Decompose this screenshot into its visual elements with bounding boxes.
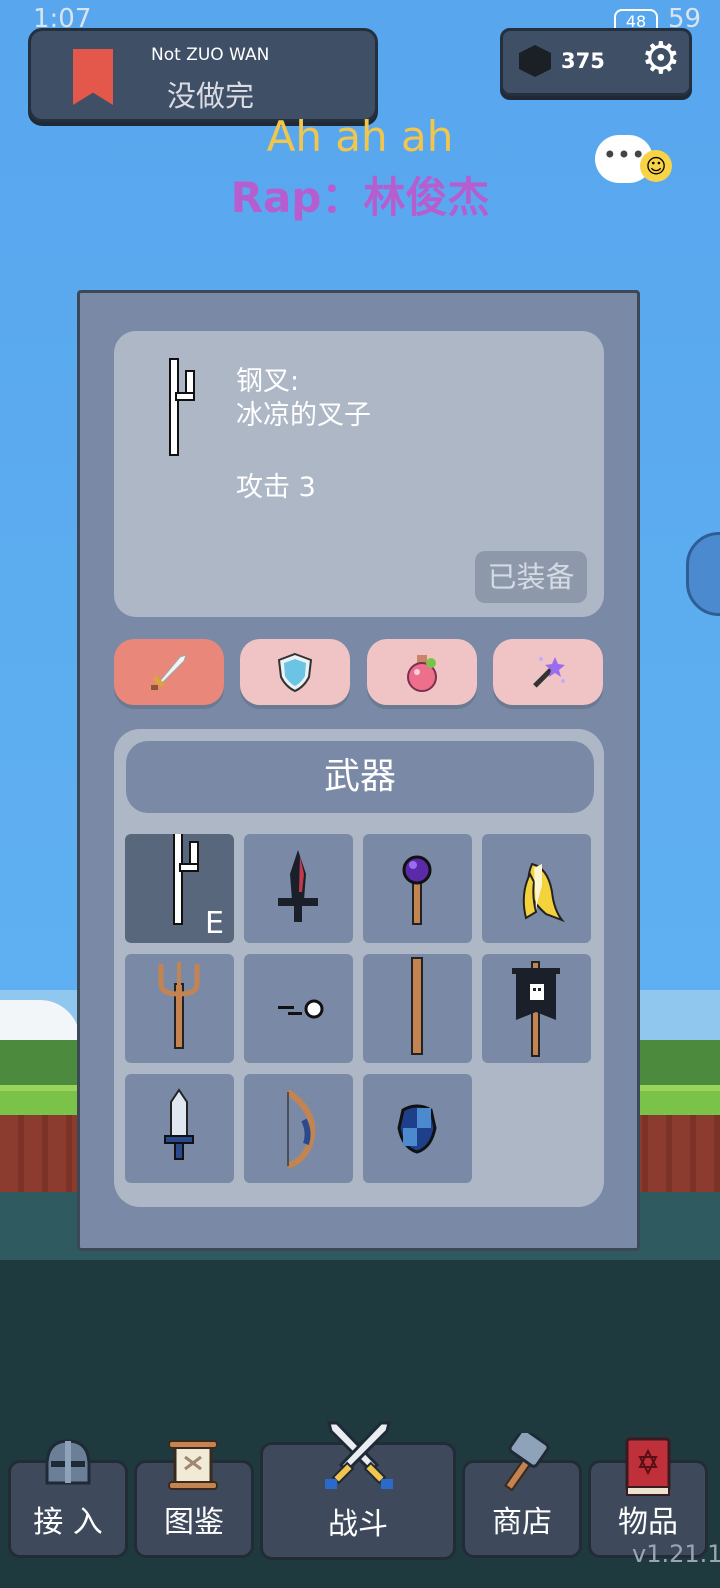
banana-icon [522, 862, 566, 923]
equipment-panel: 钢叉: 冰凉的叉子 攻击 3 已装备 武器 E [77, 290, 640, 1251]
gem-icon [519, 45, 551, 77]
magic-wand-icon [533, 657, 565, 688]
inventory-slot-purple-staff[interactable] [363, 834, 472, 943]
purple-staff-icon [402, 855, 432, 925]
inventory-slot-dark-dagger[interactable] [244, 834, 353, 943]
pellet-icon [278, 999, 324, 1019]
inventory-slot-banner-flag[interactable] [482, 954, 591, 1063]
inventory-slot-trident[interactable] [125, 954, 234, 1063]
quest-title: Not ZUO WAN [151, 45, 270, 65]
nav-label-shop: 商店 [492, 1505, 552, 1540]
inventory-section: 武器 E [114, 729, 604, 1207]
nav-shop[interactable]: 商店 [462, 1433, 582, 1558]
tab-potion[interactable] [367, 639, 477, 705]
version-label: v1.21.1 [632, 1540, 720, 1568]
scroll-icon [168, 1440, 218, 1490]
inventory-slot-short-sword[interactable] [125, 1074, 234, 1183]
nav-battle[interactable]: 战斗 [260, 1421, 456, 1560]
inventory-slot-wooden-stick[interactable] [363, 954, 472, 1063]
inventory-slot-round-shield[interactable] [363, 1074, 472, 1183]
tab-magic[interactable] [493, 639, 603, 705]
round-shield-icon [397, 1104, 437, 1154]
steel-fork-icon [169, 358, 195, 456]
tab-shield[interactable] [240, 639, 350, 705]
smile-emoji-icon: ☺ [640, 150, 672, 182]
spellbook-icon [625, 1437, 671, 1496]
quest-subtitle: 没做完 [167, 79, 255, 113]
sword-icon [151, 654, 187, 690]
inventory-slot-bow[interactable] [244, 1074, 353, 1183]
quest-panel[interactable]: Not ZUO WAN 没做完 [28, 28, 378, 122]
short-sword-icon [164, 1088, 194, 1160]
trident-icon [158, 962, 200, 1049]
item-detail-card: 钢叉: 冰凉的叉子 攻击 3 已装备 [114, 331, 604, 617]
crossed-swords-icon [325, 1421, 393, 1489]
hammer-icon [504, 1433, 550, 1491]
helmet-icon [45, 1439, 91, 1485]
inventory-slot-banana[interactable] [482, 834, 591, 943]
nav-label-codex: 图鉴 [164, 1505, 224, 1540]
inventory-title: 武器 [126, 741, 594, 813]
gem-count: 375 [561, 49, 605, 73]
bow-icon [286, 1089, 316, 1169]
nav-label-items: 物品 [618, 1505, 678, 1540]
nav-label-battle: 战斗 [328, 1507, 388, 1542]
gear-icon[interactable]: ⚙ [641, 37, 680, 81]
currency-panel: 375 ⚙ [500, 28, 692, 96]
dark-dagger-icon [278, 850, 318, 922]
equipped-button[interactable]: 已装备 [475, 551, 587, 603]
item-attack-stat: 攻击 3 [236, 472, 316, 503]
nav-codex[interactable]: 图鉴 [134, 1440, 254, 1558]
item-description: 冰凉的叉子 [236, 400, 371, 431]
wooden-stick-icon [411, 957, 423, 1055]
potion-icon [407, 655, 437, 692]
inventory-slot-pellet[interactable] [244, 954, 353, 1063]
shield-icon [277, 652, 313, 693]
nav-label-join: 接 入 [33, 1505, 103, 1540]
equipped-marker: E [205, 906, 224, 941]
tab-sword[interactable] [114, 639, 224, 705]
bookmark-icon [73, 49, 113, 105]
nav-join[interactable]: 接 入 [8, 1439, 128, 1558]
banner-flag-icon [512, 961, 560, 1057]
inventory-slot-steel-fork[interactable]: E [125, 834, 234, 943]
